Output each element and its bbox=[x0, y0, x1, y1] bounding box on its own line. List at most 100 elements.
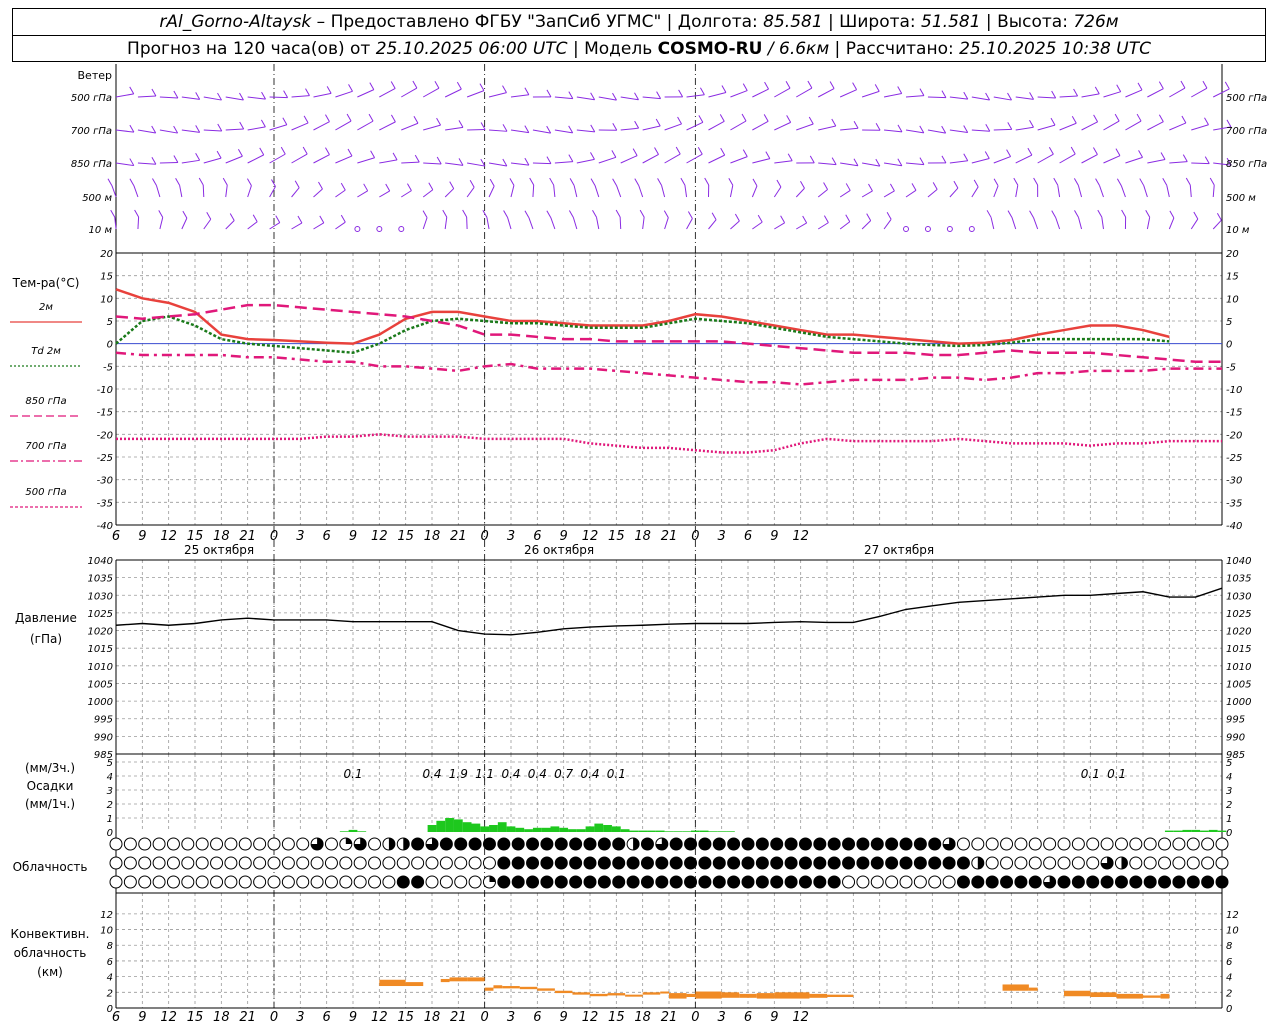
convective-segment bbox=[484, 987, 494, 991]
precip-tick: 4 bbox=[1226, 772, 1232, 783]
wind-barb-feather bbox=[436, 117, 441, 126]
precip-tick: 0 bbox=[107, 828, 113, 839]
wind-barb-feather bbox=[615, 209, 621, 218]
convective-tick: 6 bbox=[107, 957, 113, 968]
convective-segment bbox=[590, 993, 608, 997]
precip-bar bbox=[717, 831, 727, 832]
pressure-tick: 995 bbox=[94, 715, 113, 726]
wind-barb-feather bbox=[866, 213, 872, 221]
cloud-symbol bbox=[727, 856, 741, 870]
wind-barb-feather bbox=[129, 86, 135, 95]
cloud-symbol bbox=[842, 837, 856, 851]
convective-segment bbox=[1002, 984, 1029, 991]
cloud-symbol bbox=[1201, 856, 1215, 870]
precip-sum-label: 1.1 bbox=[475, 767, 494, 781]
cloud-symbol bbox=[1215, 837, 1229, 851]
wind-barb bbox=[861, 190, 873, 198]
wind-barb-feather bbox=[346, 113, 352, 122]
temp-tick: 0 bbox=[1226, 340, 1232, 351]
calm-wind bbox=[924, 226, 931, 232]
wind-barb-feather bbox=[1181, 115, 1187, 124]
wind-barb bbox=[181, 129, 200, 133]
cloud-symbol bbox=[468, 837, 482, 851]
wind-barb bbox=[335, 120, 352, 131]
wind-barb bbox=[489, 129, 508, 132]
temp-tick: -30 bbox=[97, 476, 113, 487]
convective-segment bbox=[1028, 987, 1038, 991]
temp-tick: -30 bbox=[1226, 476, 1242, 487]
wind-barb-feather bbox=[1209, 177, 1215, 186]
wind-barb bbox=[883, 190, 895, 198]
wind-barb bbox=[466, 90, 485, 98]
wind-barb bbox=[620, 96, 639, 101]
wind-barb-feather bbox=[318, 181, 323, 190]
wind-barb-feather bbox=[1169, 210, 1175, 219]
wind-barb-feather bbox=[1013, 177, 1019, 186]
wind-barb bbox=[379, 88, 396, 98]
cloud-symbol bbox=[382, 856, 396, 870]
wind-barb bbox=[927, 129, 946, 134]
convective-title-1: Конвективн. bbox=[11, 927, 90, 941]
cloud-symbol bbox=[353, 856, 367, 870]
wind-barb bbox=[401, 161, 420, 164]
wind-barb-feather bbox=[897, 86, 903, 94]
precip-bar bbox=[348, 829, 358, 832]
wind-barb-feather bbox=[1158, 114, 1164, 122]
precip-bar bbox=[550, 826, 560, 832]
pressure-tick: 1025 bbox=[1226, 609, 1251, 620]
wind-barb bbox=[554, 96, 573, 100]
time-tick: 21 bbox=[239, 529, 256, 544]
wind-barb-feather bbox=[302, 146, 308, 155]
wind-barb-feather bbox=[1007, 122, 1013, 130]
cloud-symbol bbox=[109, 837, 123, 851]
wind-barb-feather bbox=[1185, 177, 1191, 186]
cloud-symbol bbox=[224, 856, 238, 870]
cloud-symbol bbox=[497, 856, 511, 870]
wind-barb-feather bbox=[1053, 177, 1059, 186]
cloud-symbol bbox=[985, 875, 999, 889]
wind-barb-feather bbox=[1029, 92, 1035, 100]
wind-barb-feather bbox=[1216, 212, 1222, 221]
wind-barb-feather bbox=[305, 88, 310, 96]
precip-sum-label: 1.9 bbox=[449, 767, 468, 781]
wind-barb bbox=[357, 120, 374, 131]
wind-barb-feather bbox=[1027, 147, 1033, 156]
wind-barb bbox=[510, 94, 529, 98]
convective-segment bbox=[554, 990, 573, 994]
cloud-symbol bbox=[540, 875, 554, 889]
wind-barb-feather bbox=[786, 115, 792, 123]
wind-barb bbox=[291, 222, 303, 230]
wind-barb bbox=[661, 185, 666, 198]
temp-title: Тем-ра(°C) bbox=[12, 276, 80, 290]
wind-barb-feather bbox=[678, 89, 684, 98]
wind-barb bbox=[159, 161, 178, 164]
wind-barb-feather bbox=[412, 80, 418, 89]
temp-legend-label: 850 гПа bbox=[25, 396, 66, 407]
cloud-symbol bbox=[1172, 837, 1186, 851]
convective-tick: 10 bbox=[1226, 926, 1239, 937]
cloud-symbol bbox=[784, 856, 798, 870]
convective-segment bbox=[1160, 993, 1170, 999]
precip-bar bbox=[673, 831, 683, 832]
wind-barb bbox=[1033, 217, 1039, 230]
convective-segment bbox=[721, 992, 740, 998]
cloud-symbol bbox=[1129, 837, 1143, 851]
wind-barb-feather bbox=[489, 178, 495, 187]
wind-barb-feather bbox=[462, 209, 468, 218]
convective-segment bbox=[519, 986, 538, 990]
wind-barb bbox=[379, 159, 398, 164]
cloud-symbol bbox=[640, 837, 654, 851]
wind-barb bbox=[159, 217, 164, 230]
cloud-symbol bbox=[468, 856, 482, 870]
precip-bar bbox=[638, 830, 648, 832]
wind-barb bbox=[730, 90, 748, 98]
wind-barb-feather bbox=[158, 210, 164, 218]
cloud-symbol bbox=[870, 856, 884, 870]
wind-barb bbox=[269, 153, 286, 164]
cloud-symbol bbox=[425, 875, 439, 889]
time-tick: 9 bbox=[770, 529, 778, 544]
wind-barb-feather bbox=[611, 150, 617, 158]
cloud-symbol bbox=[324, 837, 338, 851]
wind-barb-feather bbox=[1145, 209, 1151, 218]
cloud-symbol bbox=[511, 875, 525, 889]
